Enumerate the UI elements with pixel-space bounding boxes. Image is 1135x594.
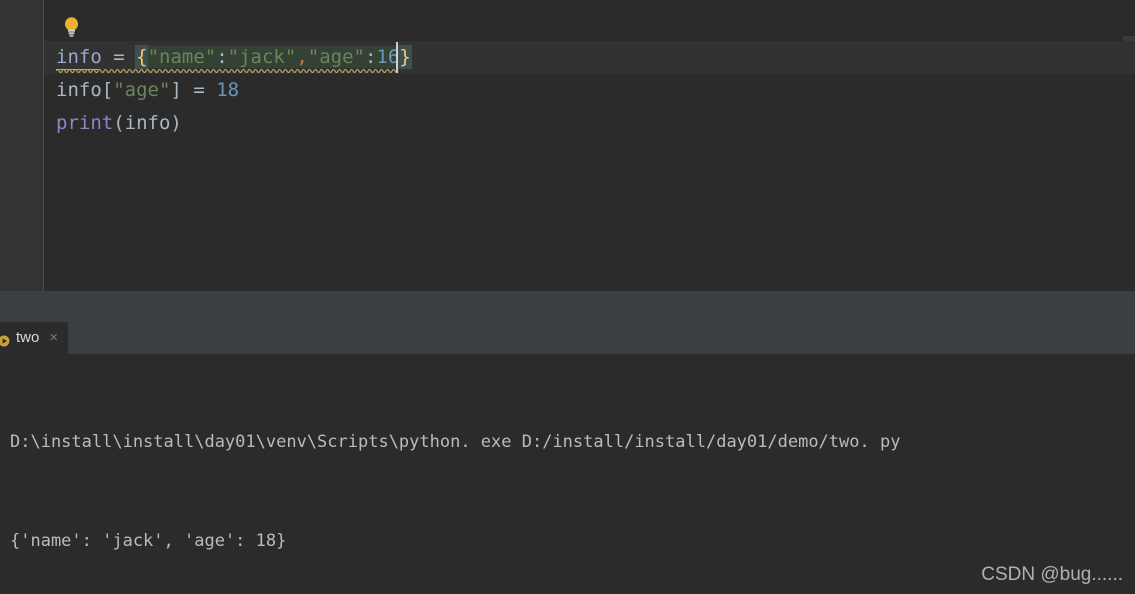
- code-editor[interactable]: info = {"name":"jack","age":16} info["ag…: [0, 0, 1135, 291]
- panel-separator-band: [0, 291, 1135, 322]
- ide-window: info = {"name":"jack","age":16} info["ag…: [0, 0, 1135, 594]
- token-open-bracket: [: [101, 79, 114, 101]
- run-tab-two[interactable]: two ×: [0, 322, 69, 354]
- token-string-age-2: "age": [113, 79, 171, 101]
- token-close-paren: ): [170, 112, 182, 134]
- token-identifier-info-2: info: [56, 79, 102, 101]
- token-string-jack: "jack": [227, 46, 297, 68]
- console-line-command: D:\install\install\day01\venv\Scripts\py…: [10, 432, 901, 452]
- token-string-name: "name": [147, 46, 217, 68]
- editor-gutter[interactable]: [0, 0, 44, 291]
- run-play-icon: [0, 332, 10, 347]
- code-line-3[interactable]: print(info): [56, 107, 182, 140]
- token-assign-op-2: =: [193, 79, 205, 101]
- token-space-2: [125, 46, 136, 68]
- close-icon[interactable]: ×: [49, 322, 58, 354]
- token-space-1: [102, 46, 113, 68]
- token-number-18: 18: [216, 79, 240, 101]
- warning-squiggle: [56, 68, 399, 73]
- token-colon-2: :: [364, 46, 377, 68]
- token-identifier-info-3: info: [124, 112, 171, 134]
- token-open-paren: (: [113, 112, 125, 134]
- console-line-result: {'name': 'jack', 'age': 18}: [10, 531, 287, 551]
- token-space-3: [182, 79, 193, 101]
- token-close-brace: }: [399, 46, 411, 68]
- run-console[interactable]: D:\install\install\day01\venv\Scripts\py…: [0, 354, 1135, 594]
- token-space-4: [205, 79, 216, 101]
- code-line-2[interactable]: info["age"] = 18: [56, 74, 239, 107]
- identifier-underline: [56, 69, 98, 70]
- token-assign-op: =: [113, 46, 125, 68]
- token-close-bracket: ]: [170, 79, 182, 101]
- run-tab-label: two: [16, 329, 40, 346]
- token-identifier-info: info: [56, 46, 102, 68]
- code-text-area[interactable]: info = {"name":"jack","age":16} info["ag…: [44, 0, 1135, 291]
- text-caret: [396, 42, 398, 73]
- token-open-brace: {: [136, 46, 148, 68]
- token-comma: ,: [296, 46, 308, 68]
- csdn-watermark: CSDN @bug......: [981, 564, 1123, 585]
- token-string-age: "age": [307, 46, 365, 68]
- token-function-print: print: [56, 112, 114, 134]
- token-colon-1: :: [216, 46, 228, 68]
- run-tool-window-tabbar[interactable]: two ×: [0, 322, 1135, 354]
- console-output: D:\install\install\day01\venv\Scripts\py…: [10, 360, 1127, 594]
